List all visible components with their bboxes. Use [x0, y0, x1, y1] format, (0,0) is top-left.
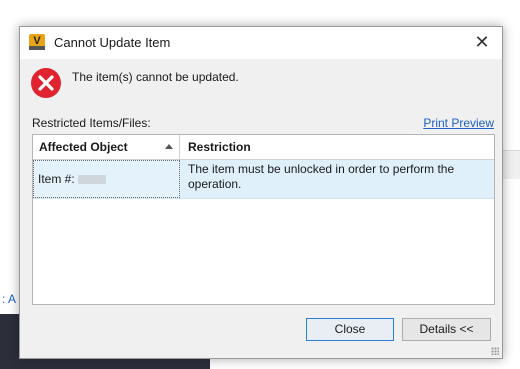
restriction-cell: The item must be unlocked in order to pe…: [188, 162, 455, 191]
error-message: The item(s) cannot be updated.: [72, 70, 239, 84]
table-row[interactable]: Item #: The item must be unlocked in ord…: [33, 160, 494, 199]
restricted-items-grid: Affected Object Restriction Item #: The …: [32, 134, 495, 305]
sort-ascending-icon: [165, 144, 173, 149]
background-panel-edge: [503, 150, 520, 179]
title-bar[interactable]: V Cannot Update Item ✕: [20, 27, 502, 59]
close-icon[interactable]: ✕: [472, 32, 492, 52]
column-header-affected-object[interactable]: Affected Object: [33, 135, 180, 159]
affected-object-cell[interactable]: Item #:: [33, 160, 180, 198]
dialog-title: Cannot Update Item: [54, 35, 171, 50]
details-button[interactable]: Details <<: [402, 318, 491, 341]
column-header-restriction[interactable]: Restriction: [181, 135, 251, 159]
affected-object-text: Item #:: [38, 172, 75, 186]
grid-header: Affected Object Restriction: [33, 135, 494, 160]
print-preview-link[interactable]: Print Preview: [423, 116, 494, 130]
background-app: [0, 0, 520, 26]
resize-grip-icon[interactable]: [491, 347, 499, 355]
app-logo-icon: V: [29, 34, 45, 50]
redacted-item-number: [77, 175, 106, 185]
close-button[interactable]: Close: [306, 318, 394, 341]
error-icon: [31, 68, 61, 98]
cannot-update-dialog: V Cannot Update Item ✕ The item(s) canno…: [19, 26, 503, 359]
restricted-items-label: Restricted Items/Files:: [32, 116, 151, 130]
